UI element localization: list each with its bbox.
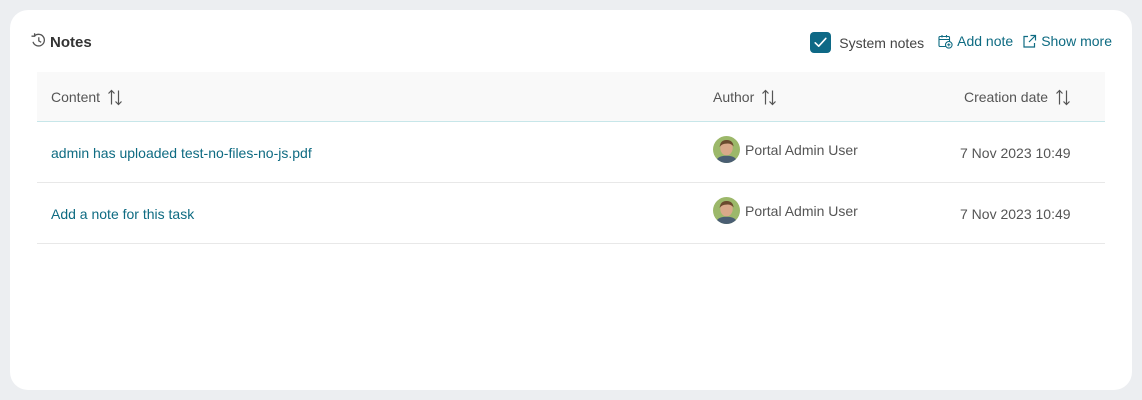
- avatar: [713, 136, 740, 163]
- author-name: Portal Admin User: [745, 202, 858, 219]
- sort-icon: [762, 89, 777, 105]
- show-more-label: Show more: [1041, 33, 1112, 49]
- creation-date: 7 Nov 2023 10:49: [960, 205, 1071, 222]
- note-content-link[interactable]: Add a note for this task: [51, 183, 194, 244]
- add-note-label: Add note: [957, 33, 1014, 49]
- column-header-author[interactable]: Author: [713, 72, 777, 122]
- calendar-add-icon: [938, 34, 953, 49]
- panel-title: Notes: [50, 33, 92, 51]
- column-header-content[interactable]: Content: [51, 72, 123, 122]
- table-row: admin has uploaded test-no-files-no-js.p…: [37, 122, 1105, 183]
- column-label-content: Content: [51, 89, 101, 105]
- header-actions: System notes Add note Show more: [810, 30, 1112, 54]
- sort-icon: [1056, 89, 1070, 105]
- notes-table: Content Author Creation date admin has u…: [37, 72, 1105, 244]
- author-cell: Portal Admin User: [713, 119, 858, 180]
- system-notes-checkbox[interactable]: [810, 31, 832, 53]
- system-notes-label[interactable]: System notes: [839, 35, 924, 51]
- notes-header: Notes System notes Add note Show more: [30, 30, 1112, 54]
- title-wrap: Notes: [30, 30, 92, 54]
- note-content-link[interactable]: admin has uploaded test-no-files-no-js.p…: [51, 122, 312, 183]
- table-header: Content Author Creation date: [37, 72, 1105, 122]
- column-header-creation-date[interactable]: Creation date: [964, 72, 1071, 122]
- creation-date: 7 Nov 2023 10:49: [960, 144, 1071, 161]
- column-label-creation-date: Creation date: [964, 89, 1049, 105]
- author-name: Portal Admin User: [745, 141, 858, 158]
- check-icon: [814, 37, 827, 47]
- sort-icon: [108, 89, 122, 105]
- column-label-author: Author: [713, 89, 755, 105]
- add-note-button[interactable]: Add note: [938, 33, 1013, 49]
- table-row: Add a note for this task Portal Admin Us…: [37, 183, 1105, 244]
- avatar: [713, 197, 740, 224]
- show-more-button[interactable]: Show more: [1022, 33, 1112, 49]
- history-icon: [30, 32, 47, 49]
- notes-panel: Notes System notes Add note Show more Co…: [10, 10, 1132, 390]
- external-link-icon: [1023, 34, 1037, 48]
- author-cell: Portal Admin User: [713, 180, 858, 241]
